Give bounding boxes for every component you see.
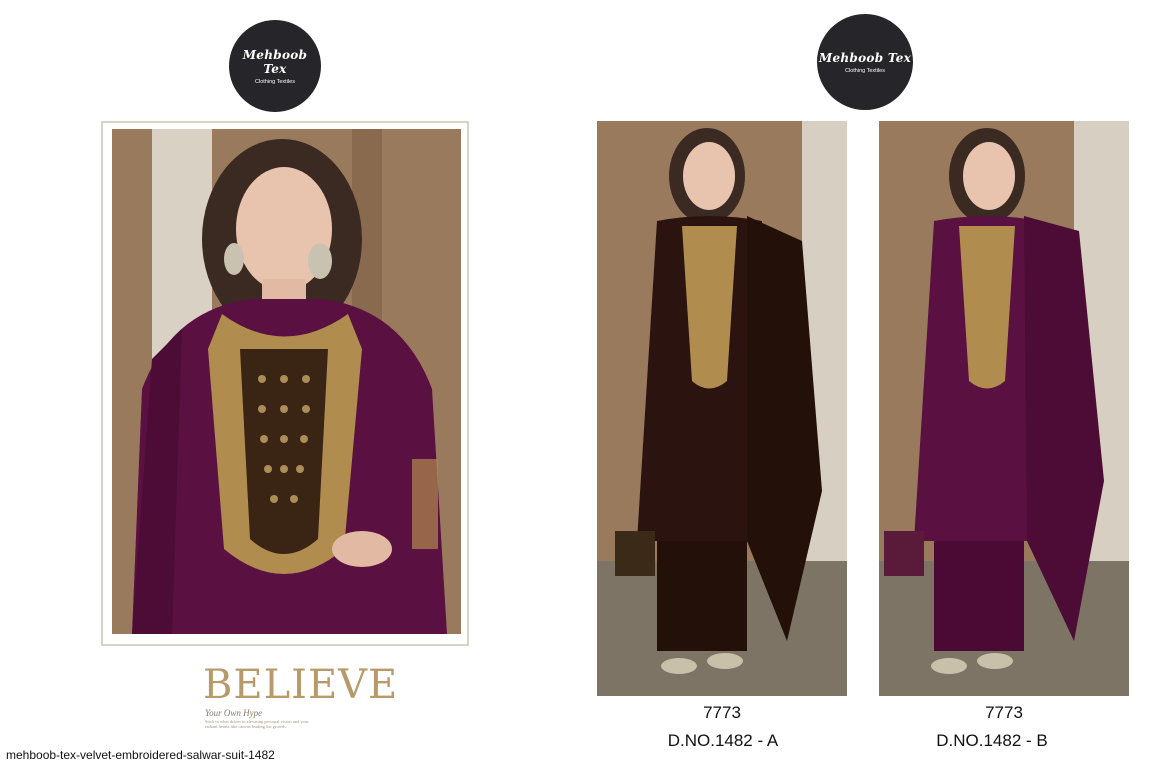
brand-subtitle: Clothing Textiles: [845, 67, 885, 74]
main-product-photo: [112, 129, 461, 634]
design-number-a: D.NO.1482 - A: [667, 731, 779, 750]
brand-name: Mehboob Tex: [818, 50, 912, 65]
brand-subtitle: Clothing Textiles: [255, 78, 295, 85]
promo-fine-print: Stick to what drives to elevating person…: [205, 719, 309, 729]
design-code-a: 7773: [703, 703, 741, 722]
promo-tagline: Your Own Hype: [205, 708, 263, 718]
variant-a-photo: [597, 121, 847, 696]
brand-name: Mehboob Tex: [242, 47, 308, 76]
design-number-b: D.NO.1482 - B: [936, 731, 1048, 750]
brand-logo-left: Mehboob Tex Clothing Textiles: [229, 20, 321, 112]
design-code-b: 7773: [985, 703, 1023, 722]
variant-b-photo: [879, 121, 1129, 696]
brand-logo-right: Mehboob Tex Clothing Textiles: [817, 14, 913, 110]
image-caption: mehboob-tex-velvet-embroidered-salwar-su…: [6, 748, 275, 762]
promo-headline: BELIEVE: [203, 662, 399, 708]
